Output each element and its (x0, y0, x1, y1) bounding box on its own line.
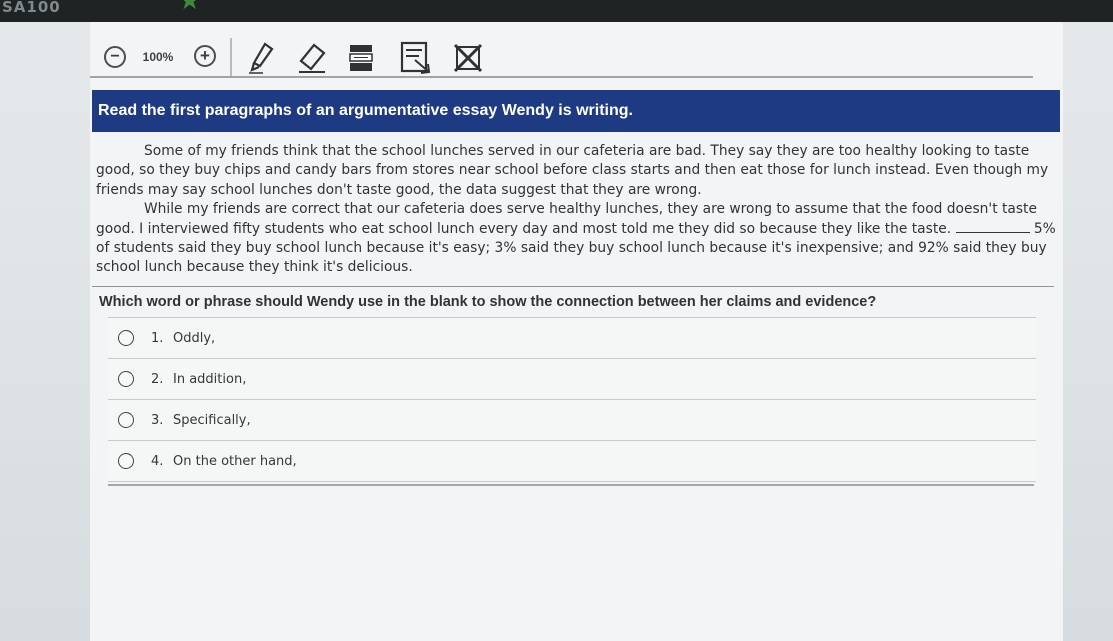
option-number: 1. (151, 330, 164, 346)
answer-option-4[interactable]: 4. On the other hand, (108, 441, 1036, 482)
answer-eliminator-icon[interactable] (450, 38, 486, 78)
option-number: 2. (151, 371, 164, 387)
answer-option-2[interactable]: 2. In addition, (108, 359, 1036, 400)
zoom-in-icon[interactable]: + (194, 45, 216, 67)
answer-options: 1. Oddly, 2. In addition, 3. Specificall… (108, 317, 1036, 482)
passage-p2-before-blank: While my friends are correct that our ca… (96, 201, 1037, 237)
option-number: 3. (151, 412, 164, 428)
monitor-top-bezel: SA100 ★ (0, 0, 1113, 22)
star-icon: ★ (178, 0, 202, 16)
highlighter-icon[interactable] (244, 38, 280, 78)
answer-option-3[interactable]: 3. Specifically, (108, 400, 1036, 441)
question-stem: Which word or phrase should Wendy use in… (99, 294, 877, 310)
answer-option-1[interactable]: 1. Oddly, (108, 317, 1036, 359)
question-header: Read the first paragraphs of an argument… (92, 90, 1060, 132)
options-separator (108, 484, 1034, 486)
option-number: 4. (151, 453, 164, 469)
toolbar-divider (230, 38, 232, 78)
mask-icon[interactable] (398, 38, 434, 78)
radio-button[interactable] (118, 453, 134, 469)
zoom-level: 100% (142, 50, 174, 64)
passage-separator (92, 286, 1054, 287)
eraser-icon[interactable] (294, 38, 330, 78)
option-text: In addition, (173, 371, 247, 387)
essay-passage: Some of my friends think that the school… (96, 142, 1056, 278)
radio-button[interactable] (118, 412, 134, 428)
radio-button[interactable] (118, 371, 134, 387)
passage-paragraph-1: Some of my friends think that the school… (96, 143, 1049, 198)
test-screen: − 100% + Read the first paragraphs of an… (0, 22, 1113, 641)
option-text: On the other hand, (173, 453, 297, 469)
line-reader-icon[interactable] (346, 40, 376, 76)
radio-button[interactable] (118, 330, 134, 346)
option-text: Oddly, (173, 330, 216, 346)
zoom-out-icon[interactable]: − (104, 46, 126, 68)
answer-blank (955, 220, 1030, 233)
passage-paragraph-2: While my friends are correct that our ca… (96, 200, 1056, 278)
option-text: Specifically, (173, 412, 251, 428)
window-code: SA100 (2, 0, 61, 16)
toolbar-separator (90, 76, 1033, 78)
